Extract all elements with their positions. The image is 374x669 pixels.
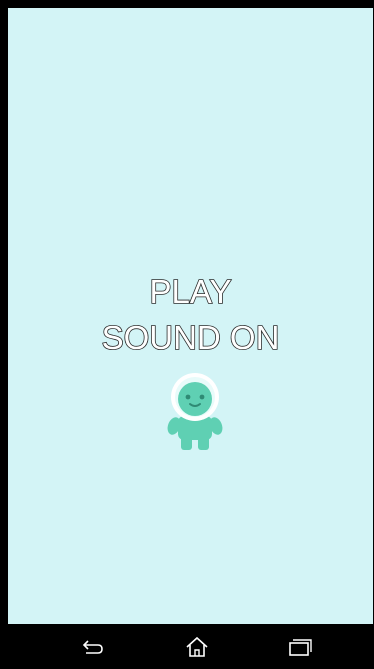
- back-icon: [82, 639, 103, 654]
- alien-mascot-icon: [167, 373, 223, 450]
- back-button[interactable]: [63, 624, 123, 669]
- home-icon: [186, 636, 208, 657]
- play-button[interactable]: PLAY: [8, 272, 373, 312]
- system-navigation-bar: [8, 624, 373, 669]
- sound-toggle-button[interactable]: SOUND ON: [8, 318, 373, 358]
- home-button[interactable]: [167, 624, 227, 669]
- recent-apps-icon: [289, 638, 312, 656]
- recent-apps-button[interactable]: [270, 624, 330, 669]
- game-screen: PLAY SOUND ON: [8, 8, 373, 624]
